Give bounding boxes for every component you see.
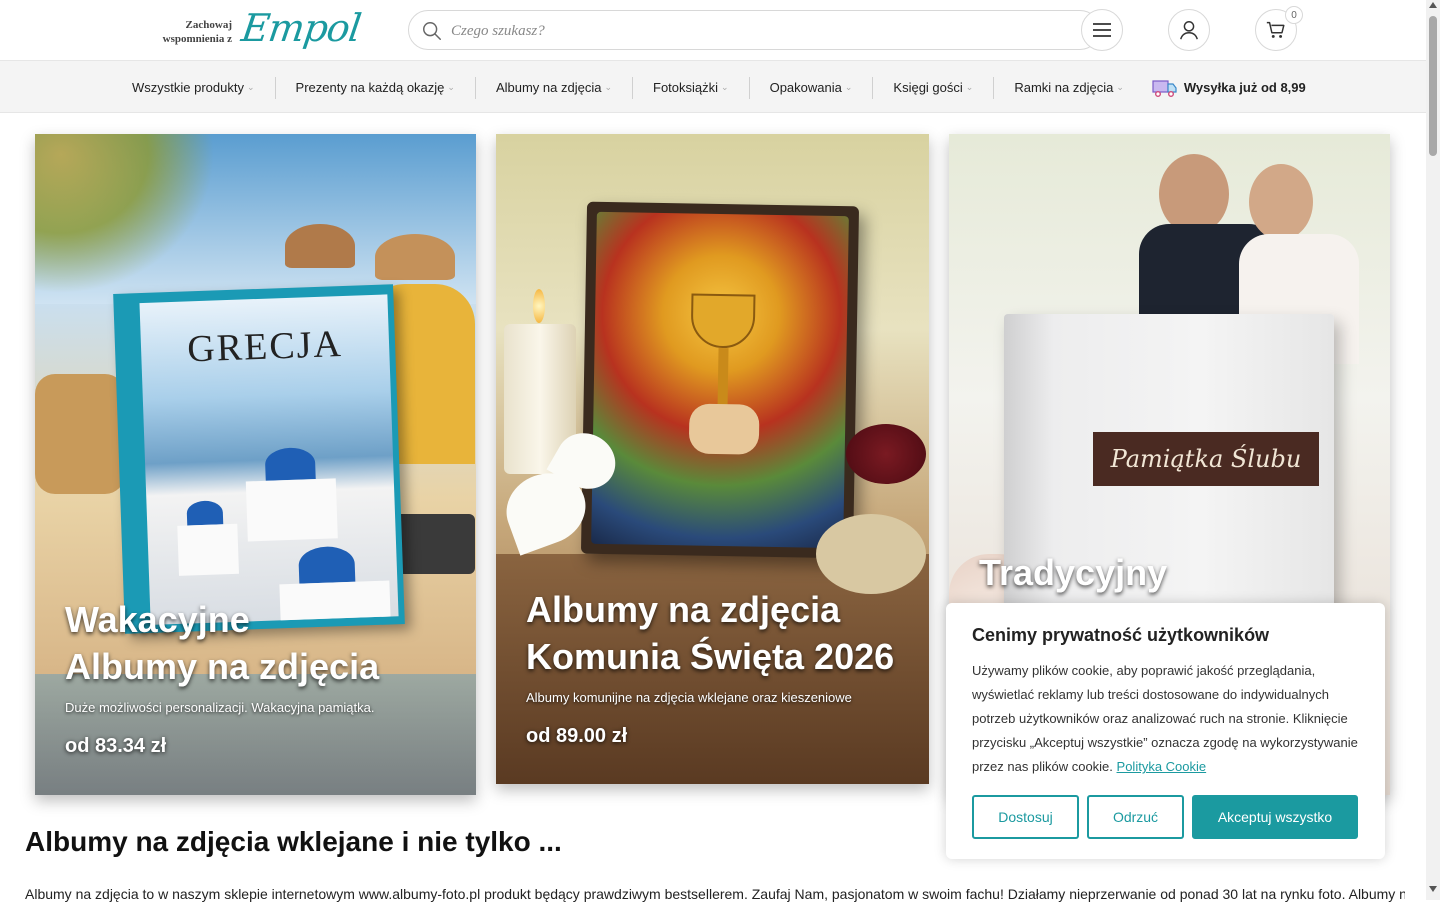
customize-button[interactable]: Dostosuj: [972, 795, 1079, 839]
nav-item-photo-albums[interactable]: Albumy na zdjęcia ⌄: [476, 76, 633, 99]
scroll-up-arrow-icon[interactable]: [1429, 2, 1437, 8]
truck-icon: [1152, 79, 1177, 97]
page-scrollbar[interactable]: [1426, 0, 1440, 900]
banner-subtitle: Albumy komunijne na zdjęcia wklejane ora…: [526, 690, 852, 705]
chevron-down-icon: ⌄: [965, 82, 974, 92]
greece-album-book: GRECJA: [113, 284, 405, 634]
scroll-down-arrow-icon[interactable]: [1429, 886, 1437, 892]
hamburger-menu-icon: [1093, 23, 1111, 37]
nav-item-all-products[interactable]: Wszystkie produkty ⌄: [112, 76, 276, 99]
section-heading: Albumy na zdjęcia wklejane i nie tylko .…: [25, 826, 562, 857]
banner-price: od 83.34 zł: [65, 735, 167, 757]
white-building-2: [177, 523, 239, 576]
account-button[interactable]: [1168, 9, 1210, 51]
accept-all-button[interactable]: Akceptuj wszystko: [1192, 795, 1358, 839]
cookie-text: Używamy plików cookie, aby poprawić jako…: [972, 659, 1362, 779]
blue-dome-1: [264, 447, 316, 481]
groom-head: [1159, 154, 1229, 234]
nav-item-label: Księgi gości: [893, 80, 963, 95]
nav-item-label: Fotoksiążki: [653, 80, 719, 95]
stained-glass-cover: [591, 211, 849, 549]
banner-title-line2: Albumy na zdjęcia: [65, 646, 380, 687]
user-icon: [1180, 21, 1198, 40]
banner-subtitle: Duże możliwości personalizacji. Wakacyjn…: [65, 700, 375, 715]
nav-item-gifts[interactable]: Prezenty na każdą okazję ⌄: [276, 76, 476, 99]
cookie-consent-dialog: Cenimy prywatność użytkowników Używamy p…: [946, 603, 1385, 859]
nav-item-label: Ramki na zdjęcia: [1014, 80, 1114, 95]
search-bar: [408, 10, 1100, 50]
nav-item-label: Wszystkie produkty: [132, 80, 244, 95]
hand: [688, 403, 760, 455]
search-icon[interactable]: [421, 20, 443, 42]
banner-title: Albumy na zdjęcia Komunia Święta 2026: [526, 586, 894, 680]
blue-dome-2: [186, 500, 224, 526]
cart-count-badge: 0: [1285, 6, 1303, 24]
cart-icon: [1266, 21, 1285, 38]
nav-item-packaging[interactable]: Opakowania ⌄: [750, 76, 874, 99]
banner-title-line2: Komunia Święta 2026: [526, 636, 895, 677]
banner-title-line1: Albumy na zdjęcia: [526, 589, 841, 630]
menu-button[interactable]: [1081, 9, 1123, 51]
nav-item-label: Albumy na zdjęcia: [495, 80, 602, 95]
chevron-down-icon: ⌄: [844, 82, 853, 92]
banner-title-line1: Wakacyjne: [65, 599, 250, 640]
blue-dome-3: [298, 545, 356, 584]
search-input[interactable]: [449, 17, 1049, 45]
site-header: Zachowaj wspomnienia z Empol 0: [0, 0, 1426, 60]
nav-item-photobooks[interactable]: Fotoksiążki ⌄: [633, 76, 750, 99]
chevron-down-icon: ⌄: [721, 82, 729, 92]
shipping-info[interactable]: Wysyłka już od 8,99: [1144, 78, 1306, 98]
chevron-down-icon: ⌄: [1116, 82, 1124, 92]
banner-title-line1: Tradycyjny: [979, 552, 1168, 593]
straw-bag: [35, 374, 125, 494]
wooden-discs: [816, 514, 926, 594]
reject-button[interactable]: Odrzuć: [1087, 795, 1184, 839]
chevron-down-icon: ⌄: [604, 82, 612, 92]
chalice-cup: [690, 293, 756, 349]
candle-flame: [533, 289, 545, 323]
nav-item-label: Prezenty na każdą okazję: [295, 80, 445, 95]
banner-title: Tradycyjny: [979, 549, 1167, 596]
communion-album-book: [580, 201, 860, 559]
banner-title: Wakacyjne Albumy na zdjęcia: [65, 596, 379, 690]
nav-item-photo-frames[interactable]: Ramki na zdjęcia ⌄: [994, 77, 1144, 99]
cookie-text-body: Używamy plików cookie, aby poprawić jako…: [972, 663, 1358, 774]
chevron-down-icon: ⌄: [246, 82, 255, 92]
logo[interactable]: Zachowaj wspomnienia z Empol: [150, 6, 364, 56]
chalice-stem: [717, 347, 729, 409]
book-label: Pamiątka Ślubu: [1093, 432, 1319, 486]
banner-summer-albums[interactable]: GRECJA Wakacyjne Albumy na zdjęcia Duże …: [35, 134, 476, 795]
cookie-policy-link[interactable]: Polityka Cookie: [1117, 759, 1207, 774]
logo-wordmark: Empol: [238, 6, 364, 50]
main-navigation: Wszystkie produkty ⌄ Prezenty na każdą ok…: [0, 60, 1426, 113]
book-title-text: GRECJA: [186, 323, 344, 371]
banner-communion-albums[interactable]: Albumy na zdjęcia Komunia Święta 2026 Al…: [496, 134, 929, 784]
hat-1: [285, 224, 355, 268]
nav-item-label: Opakowania: [769, 80, 842, 95]
hat-2: [375, 234, 455, 280]
camera: [395, 514, 475, 574]
banner-price: od 89.00 zł: [526, 725, 628, 747]
nav-item-guest-books[interactable]: Księgi gości ⌄: [873, 76, 995, 99]
grapes: [846, 424, 926, 484]
bride-head: [1249, 164, 1313, 240]
chevron-down-icon: ⌄: [447, 82, 455, 92]
white-building-1: [245, 478, 338, 542]
cookie-title: Cenimy prywatność użytkowników: [972, 625, 1270, 645]
palm-leaves: [35, 134, 215, 294]
shipping-text: Wysyłka już od 8,99: [1183, 80, 1306, 95]
scrollbar-thumb[interactable]: [1429, 16, 1437, 156]
logo-tagline: Zachowaj wspomnienia z: [162, 19, 232, 45]
